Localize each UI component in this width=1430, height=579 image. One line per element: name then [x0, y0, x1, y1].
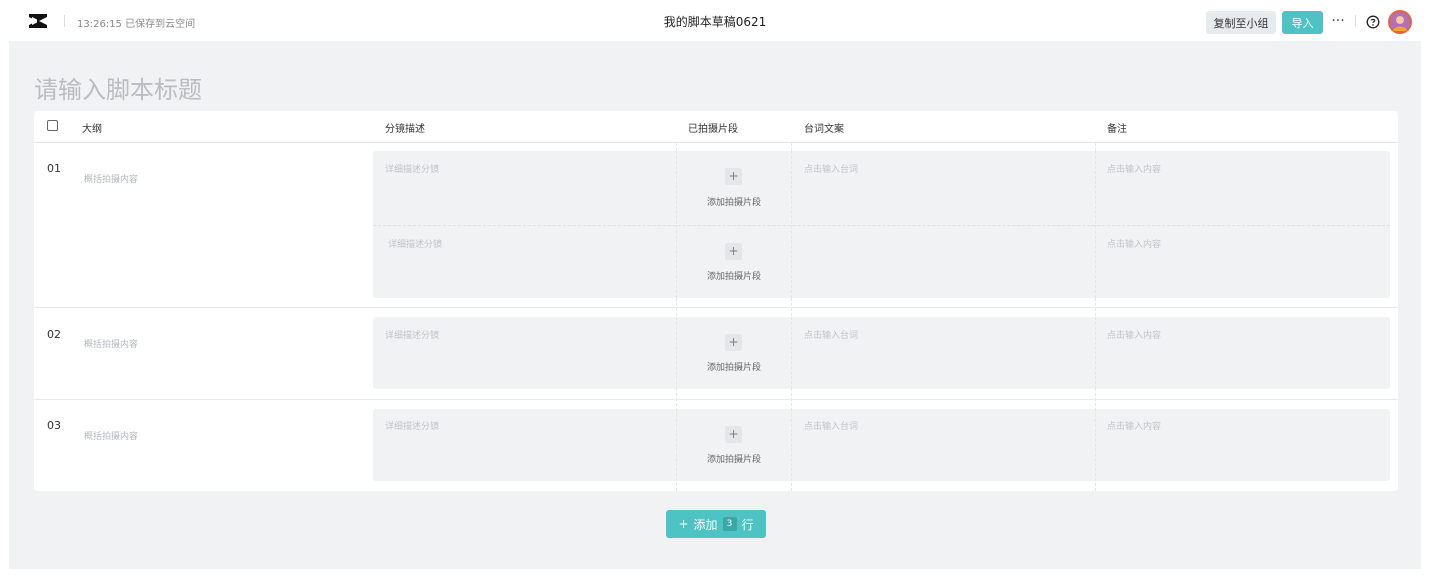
add-clip-label[interactable]: 添加拍摄片段: [707, 269, 761, 282]
column-divider: [1095, 409, 1096, 481]
column-divider: [791, 409, 792, 481]
row-number: 01: [47, 162, 61, 175]
row-divider: [34, 399, 1398, 400]
notes-input[interactable]: 点击输入内容: [1107, 162, 1161, 175]
row-number: 03: [47, 419, 61, 432]
column-divider: [676, 317, 677, 389]
add-clip-plus-icon[interactable]: +: [725, 334, 742, 351]
outline-input[interactable]: 概括拍摄内容: [84, 337, 138, 350]
script-table: 大纲 分镜描述 已拍摄片段 台词文案 备注 01 概括拍摄内容 详细描述分镜 +…: [34, 111, 1398, 491]
column-header-notes: 备注: [1107, 124, 1127, 135]
notes-input[interactable]: 点击输入内容: [1107, 328, 1161, 341]
top-bar: 13:26:15 已保存到云空间 我的脚本草稿0621 复制至小组 导入 ···: [0, 0, 1430, 41]
lines-input[interactable]: 点击输入台词: [804, 328, 858, 341]
outline-input[interactable]: 概括拍摄内容: [84, 172, 138, 185]
column-divider: [1095, 151, 1096, 298]
column-header-outline: 大纲: [82, 124, 102, 135]
column-divider: [676, 151, 677, 298]
add-clip-plus-icon[interactable]: +: [725, 243, 742, 260]
question-circle-icon[interactable]: [1366, 15, 1380, 29]
lines-input[interactable]: 点击输入台词: [804, 419, 858, 432]
notes-input[interactable]: 点击输入内容: [1107, 419, 1161, 432]
copy-to-group-button[interactable]: 复制至小组: [1206, 11, 1276, 34]
user-avatar[interactable]: [1388, 10, 1412, 34]
column-divider: [791, 151, 792, 298]
column-divider: [676, 409, 677, 481]
outline-input[interactable]: 概括拍摄内容: [84, 429, 138, 442]
script-title-input[interactable]: 请输入脚本标题: [34, 70, 202, 105]
lines-input[interactable]: 点击输入台词: [804, 162, 858, 175]
add-rows-prefix: 添加: [693, 517, 718, 532]
column-divider: [791, 317, 792, 389]
storyboard-input[interactable]: 详细描述分镜: [385, 328, 439, 341]
row-content-area: [373, 317, 1390, 389]
row-divider: [34, 307, 1398, 308]
row-content-area: [373, 409, 1390, 481]
add-rows-button[interactable]: + 添加 3 行: [666, 510, 766, 538]
table-header: 大纲 分镜描述 已拍摄片段 台词文案 备注: [34, 111, 1398, 143]
add-rows-count[interactable]: 3: [722, 517, 737, 531]
shot-divider: [373, 225, 1390, 226]
notes-input[interactable]: 点击输入内容: [1107, 237, 1161, 250]
plus-icon: +: [678, 517, 689, 531]
add-clip-label[interactable]: 添加拍摄片段: [707, 360, 761, 373]
add-clip-plus-icon[interactable]: +: [725, 168, 742, 185]
storyboard-input[interactable]: 详细描述分镜: [385, 419, 439, 432]
import-button[interactable]: 导入: [1282, 11, 1323, 34]
add-clip-label[interactable]: 添加拍摄片段: [707, 452, 761, 465]
select-all-checkbox[interactable]: [47, 120, 58, 131]
storyboard-input[interactable]: 详细描述分镜: [388, 237, 442, 250]
row-number: 02: [47, 328, 61, 341]
storyboard-input[interactable]: 详细描述分镜: [385, 162, 439, 175]
column-header-lines: 台词文案: [804, 124, 844, 135]
add-clip-label[interactable]: 添加拍摄片段: [707, 195, 761, 208]
column-header-clips: 已拍摄片段: [688, 124, 738, 135]
add-clip-plus-icon[interactable]: +: [725, 426, 742, 443]
divider: [1355, 15, 1356, 27]
column-divider: [1095, 317, 1096, 389]
column-header-storyboard: 分镜描述: [385, 124, 425, 135]
ellipsis-icon[interactable]: ···: [1331, 11, 1345, 31]
add-rows-suffix: 行: [741, 517, 754, 532]
